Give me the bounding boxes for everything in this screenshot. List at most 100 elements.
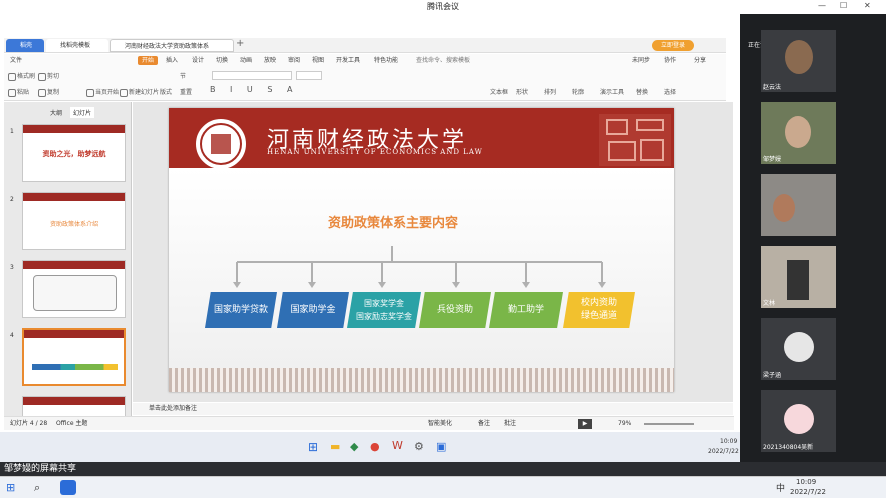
layout-button[interactable]: 版式 <box>160 87 172 96</box>
participant-tile[interactable] <box>761 174 836 236</box>
minimize-icon[interactable]: — <box>818 1 826 10</box>
policy-box-military[interactable]: 兵役资助 <box>419 292 491 328</box>
wps-icon[interactable]: W <box>392 439 403 452</box>
avatar <box>784 332 814 362</box>
menu-insert[interactable]: 插入 <box>166 54 178 67</box>
tab-slides[interactable]: 幻灯片 <box>70 107 95 118</box>
add-tab-icon[interactable]: + <box>236 38 244 49</box>
thumb-number: 4 <box>10 332 14 339</box>
zoom-level[interactable]: 79% <box>618 417 631 431</box>
participant-tile[interactable]: 2021340804吴新 <box>761 390 836 452</box>
windows-start-icon[interactable]: ⊞ <box>6 481 15 494</box>
tab-docer-home[interactable]: 稻壳 <box>6 39 44 52</box>
participant-name: 文林 <box>763 300 776 307</box>
notes-button[interactable]: 备注 <box>478 417 490 431</box>
maximize-icon[interactable]: ☐ <box>840 1 847 10</box>
tab-outline[interactable]: 大纲 <box>50 108 62 117</box>
menu-developer[interactable]: 开发工具 <box>336 54 360 67</box>
meeting-icon[interactable]: ▣ <box>436 440 446 453</box>
menu-review[interactable]: 审阅 <box>288 54 300 67</box>
presenter-tools-button[interactable]: 演示工具 <box>600 87 624 96</box>
policy-box-campus[interactable]: 校内资助 绿色通道 <box>563 292 635 328</box>
slide-thumbnail-3[interactable] <box>22 260 126 318</box>
play-slideshow-icon[interactable]: ▶ <box>578 419 592 429</box>
box-line1: 国家助学贷款 <box>213 304 268 315</box>
chrome-icon[interactable]: ● <box>370 440 380 453</box>
menu-animation[interactable]: 动画 <box>240 54 252 67</box>
inner-clock-date: 2022/7/22 <box>708 448 739 455</box>
format-painter-button[interactable]: 格式刷 <box>8 71 35 81</box>
video-feed <box>773 194 795 222</box>
outline-button[interactable]: 轮廓 <box>572 87 584 96</box>
beautify-button[interactable]: 智能美化 <box>428 417 452 431</box>
policy-box-scholarship[interactable]: 国家奖学金 国家励志奖学金 <box>347 292 421 328</box>
policy-box-workstudy[interactable]: 勤工助学 <box>489 292 563 328</box>
label: 节 <box>180 73 187 80</box>
menu-slideshow[interactable]: 放映 <box>264 54 276 67</box>
slide-thumbnail-2[interactable]: 资助政策体系介绍 <box>22 192 126 250</box>
menu-transition[interactable]: 切换 <box>216 54 228 67</box>
windows-start-icon[interactable]: ⊞ <box>308 440 318 454</box>
font-size-select[interactable] <box>296 71 322 80</box>
ppt-menubar: 文件 开始 插入 设计 切换 动画 放映 审阅 视图 开发工具 特色功能 查找命… <box>4 54 726 67</box>
arrange-button[interactable]: 排列 <box>544 87 556 96</box>
comment-button[interactable]: 批注 <box>504 417 516 431</box>
diagram-connectors <box>233 246 606 288</box>
share-button[interactable]: 分享 <box>694 54 706 67</box>
shape-button[interactable]: 形状 <box>516 87 528 96</box>
play-current-button[interactable]: 当页开始 <box>86 87 119 97</box>
thumb-header <box>23 397 125 405</box>
textbox-button[interactable]: 文本框 <box>490 87 508 96</box>
replace-button[interactable]: 替换 <box>636 87 648 96</box>
font-select[interactable] <box>212 71 292 80</box>
participant-tile[interactable]: 文林 <box>761 246 836 308</box>
app-icon[interactable]: ◆ <box>350 440 358 453</box>
reset-button[interactable]: 重置 <box>180 87 192 96</box>
box-line2: 国家励志奖学金 <box>356 312 412 321</box>
policy-box-loan[interactable]: 国家助学贷款 <box>205 292 277 328</box>
participant-tile[interactable]: 赵云法 <box>761 30 836 92</box>
folder-icon[interactable]: ▬ <box>330 440 340 453</box>
close-icon[interactable]: ✕ <box>864 1 871 10</box>
collab-button[interactable]: 协作 <box>664 54 676 67</box>
current-slide[interactable]: 河南财经政法大学 HENAN UNIVERSITY OF ECONOMICS A… <box>169 108 674 392</box>
menu-view[interactable]: 视图 <box>312 54 324 67</box>
menu-home[interactable]: 开始 <box>142 54 154 67</box>
tab-template[interactable]: 找稻壳模板 <box>46 39 108 52</box>
participant-name: 邹梦嫚 <box>763 156 782 163</box>
box-line1: 校内资助 <box>580 298 617 308</box>
paste-button[interactable]: 粘贴 <box>8 87 29 97</box>
slide-thumbnail-1[interactable]: 资助之光，助梦远航 <box>22 124 126 182</box>
label: 复制 <box>47 89 60 96</box>
tab-presentation[interactable]: 河南财经政法大学资助政策体系 <box>110 39 234 52</box>
slide-thumbnail-panel: 大纲 幻灯片 1 资助之光，助梦远航 2 资助政策体系介绍 3 4 <box>4 102 132 429</box>
copy-button[interactable]: 复制 <box>38 87 59 97</box>
tab-label: 河南财经政法大学资助政策体系 <box>125 43 210 50</box>
ime-indicator[interactable]: 中 <box>776 481 785 494</box>
login-badge[interactable]: 立即登录 <box>652 40 694 51</box>
label: 排列 <box>544 89 557 96</box>
label: 新建幻灯片 <box>129 89 160 96</box>
participant-tile[interactable]: 邹梦嫚 <box>761 102 836 164</box>
select-button[interactable]: 选择 <box>664 87 676 96</box>
search-icon[interactable]: ⌕ <box>34 481 40 495</box>
cut-button[interactable]: 剪切 <box>38 71 59 81</box>
policy-box-grant[interactable]: 国家助学金 <box>277 292 349 328</box>
command-search[interactable]: 查找命令、搜索模板 <box>416 54 470 67</box>
meeting-app-icon[interactable] <box>60 480 76 495</box>
menu-design[interactable]: 设计 <box>192 54 204 67</box>
participant-tile[interactable]: 梁子涵 <box>761 318 836 380</box>
zoom-slider[interactable] <box>644 423 694 425</box>
section-button[interactable]: 节 <box>180 71 186 80</box>
menu-file[interactable]: 文件 <box>10 54 22 67</box>
settings-icon[interactable]: ⚙ <box>414 440 424 453</box>
new-slide-button[interactable]: 新建幻灯片 <box>120 87 159 97</box>
text-format-row[interactable]: B I U S A <box>210 85 298 94</box>
slide-thumbnail-4[interactable] <box>22 328 126 386</box>
sync-status[interactable]: 未同步 <box>632 54 650 67</box>
label: 版式 <box>160 89 173 96</box>
notes-pane[interactable]: 单击此处添加备注 <box>133 403 733 415</box>
menu-features[interactable]: 特色功能 <box>374 54 398 67</box>
paste-icon <box>8 88 16 97</box>
clock-date: 2022/7/22 <box>790 488 826 496</box>
